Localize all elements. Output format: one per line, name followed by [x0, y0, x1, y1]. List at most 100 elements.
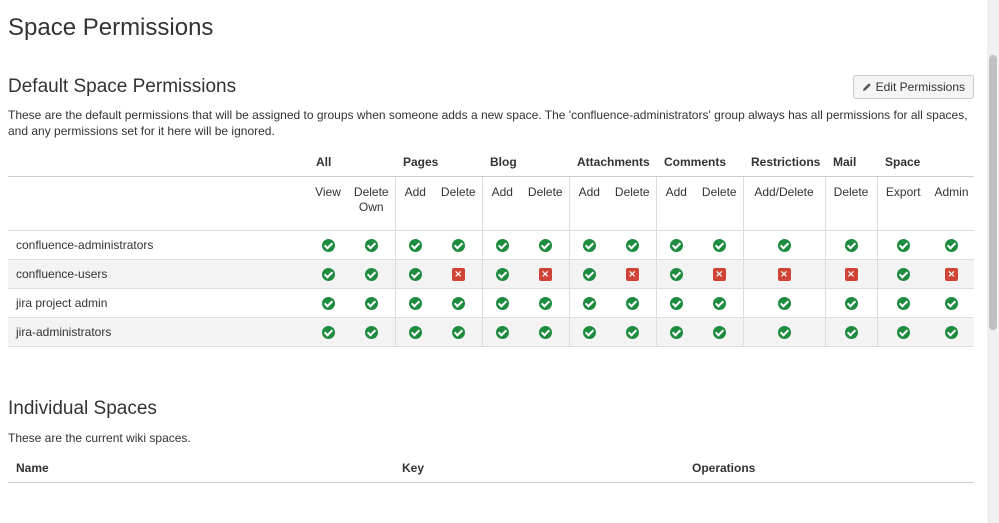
permission-cell: [609, 230, 656, 260]
check-circle-icon: [408, 239, 422, 253]
column-key: Key: [402, 461, 425, 475]
check-circle-icon: [625, 297, 639, 311]
check-circle-icon: [945, 297, 958, 311]
cross-square-icon: ×: [844, 268, 858, 282]
check-circle-icon: [896, 239, 910, 253]
table-row: jira-administrators: [8, 317, 974, 347]
permission-cell: [522, 230, 569, 260]
individual-spaces-title: Individual Spaces: [8, 398, 157, 419]
permission-cell: [742, 288, 825, 318]
permission-cell: [655, 288, 696, 318]
check-circle-icon: [844, 326, 858, 340]
permission-cell: [609, 288, 656, 318]
permission-cell: [348, 230, 395, 260]
check-circle-icon: [321, 268, 335, 282]
check-circle-icon: [844, 239, 858, 253]
check-circle-icon: [538, 326, 552, 340]
check-circle-icon: [669, 268, 683, 282]
permission-cell: [394, 259, 435, 289]
table-row: jira project admin: [8, 288, 974, 318]
permission-cell: ×: [522, 259, 569, 289]
pencil-icon: [862, 83, 871, 91]
permission-cell: [481, 259, 522, 289]
check-circle-icon: [538, 239, 552, 253]
check-circle-icon: [495, 326, 509, 340]
column-header: Delete: [696, 176, 743, 231]
permission-cell: [308, 259, 348, 289]
check-circle-icon: [364, 297, 378, 311]
cross-square-icon: ×: [451, 268, 465, 282]
check-circle-icon: [896, 297, 910, 311]
permission-cell: [696, 230, 743, 260]
default-permissions-title: Default Space Permissions: [8, 76, 237, 97]
vertical-scrollbar[interactable]: [987, 0, 999, 523]
column-operations: Operations: [692, 461, 756, 475]
column-header: View: [308, 176, 348, 231]
permission-cell: ×: [435, 259, 482, 289]
check-circle-icon: [669, 326, 683, 340]
check-circle-icon: [669, 239, 683, 253]
column-header: Add/Delete: [742, 176, 825, 231]
permission-cell: [394, 317, 435, 347]
permission-cell: [435, 317, 482, 347]
check-circle-icon: [321, 326, 335, 340]
column-header: Delete: [824, 176, 877, 231]
cross-square-icon: ×: [538, 268, 552, 282]
permission-cell: [655, 317, 696, 347]
check-circle-icon: [495, 268, 509, 282]
check-circle-icon: [495, 239, 509, 253]
permission-cell: ×: [824, 259, 877, 289]
permission-cell: [394, 288, 435, 318]
column-header: Delete: [522, 176, 569, 231]
table-row: confluence-administrators: [8, 230, 974, 260]
cross-square-icon: ×: [945, 268, 958, 282]
permissions-table-body: confluence-administrators confluence-user…: [8, 230, 974, 347]
permission-cell: ×: [609, 259, 656, 289]
permission-cell: [481, 288, 522, 318]
check-circle-icon: [625, 239, 639, 253]
permission-cell: [435, 288, 482, 318]
check-circle-icon: [321, 297, 335, 311]
check-circle-icon: [321, 239, 335, 253]
group-header-all: All: [308, 148, 395, 177]
check-circle-icon: [945, 326, 958, 340]
check-circle-icon: [582, 297, 596, 311]
column-header: Export: [876, 176, 929, 231]
permission-cell: [308, 230, 348, 260]
permission-cell: [742, 317, 825, 347]
group-header-comments: Comments: [656, 148, 743, 177]
check-circle-icon: [777, 326, 791, 340]
column-header: Add: [394, 176, 435, 231]
check-circle-icon: [896, 268, 910, 282]
edit-permissions-label: Edit Permissions: [875, 80, 965, 94]
scrollbar-thumb[interactable]: [989, 55, 997, 330]
check-circle-icon: [451, 239, 465, 253]
column-header: Delete Own: [348, 176, 395, 231]
check-circle-icon: [945, 239, 958, 253]
check-circle-icon: [582, 268, 596, 282]
column-name: Name: [16, 461, 49, 475]
check-circle-icon: [451, 326, 465, 340]
permission-cell: [435, 230, 482, 260]
edit-permissions-button[interactable]: Edit Permissions: [852, 75, 974, 99]
check-circle-icon: [896, 326, 910, 340]
group-header-blog: Blog: [482, 148, 569, 177]
permission-cell: [522, 288, 569, 318]
group-header-space: Space: [877, 148, 974, 177]
check-circle-icon: [538, 297, 552, 311]
permission-cell: [308, 317, 348, 347]
group-header-restrictions: Restrictions: [743, 148, 825, 177]
permission-cell: [696, 317, 743, 347]
permission-cell: [568, 259, 609, 289]
column-header: Delete: [435, 176, 482, 231]
column-header: Add: [568, 176, 609, 231]
column-header: Add: [481, 176, 522, 231]
column-header: Add: [655, 176, 696, 231]
permissions-table: All Pages Blog Attachments Comments Restricti…: [8, 148, 974, 347]
default-permissions-description: These are the default permissions that w…: [8, 108, 968, 138]
check-circle-icon: [408, 297, 422, 311]
check-circle-icon: [712, 326, 726, 340]
permission-cell: ×: [929, 259, 974, 289]
group-name: jira project admin: [8, 288, 308, 318]
permission-cell: [348, 288, 395, 318]
